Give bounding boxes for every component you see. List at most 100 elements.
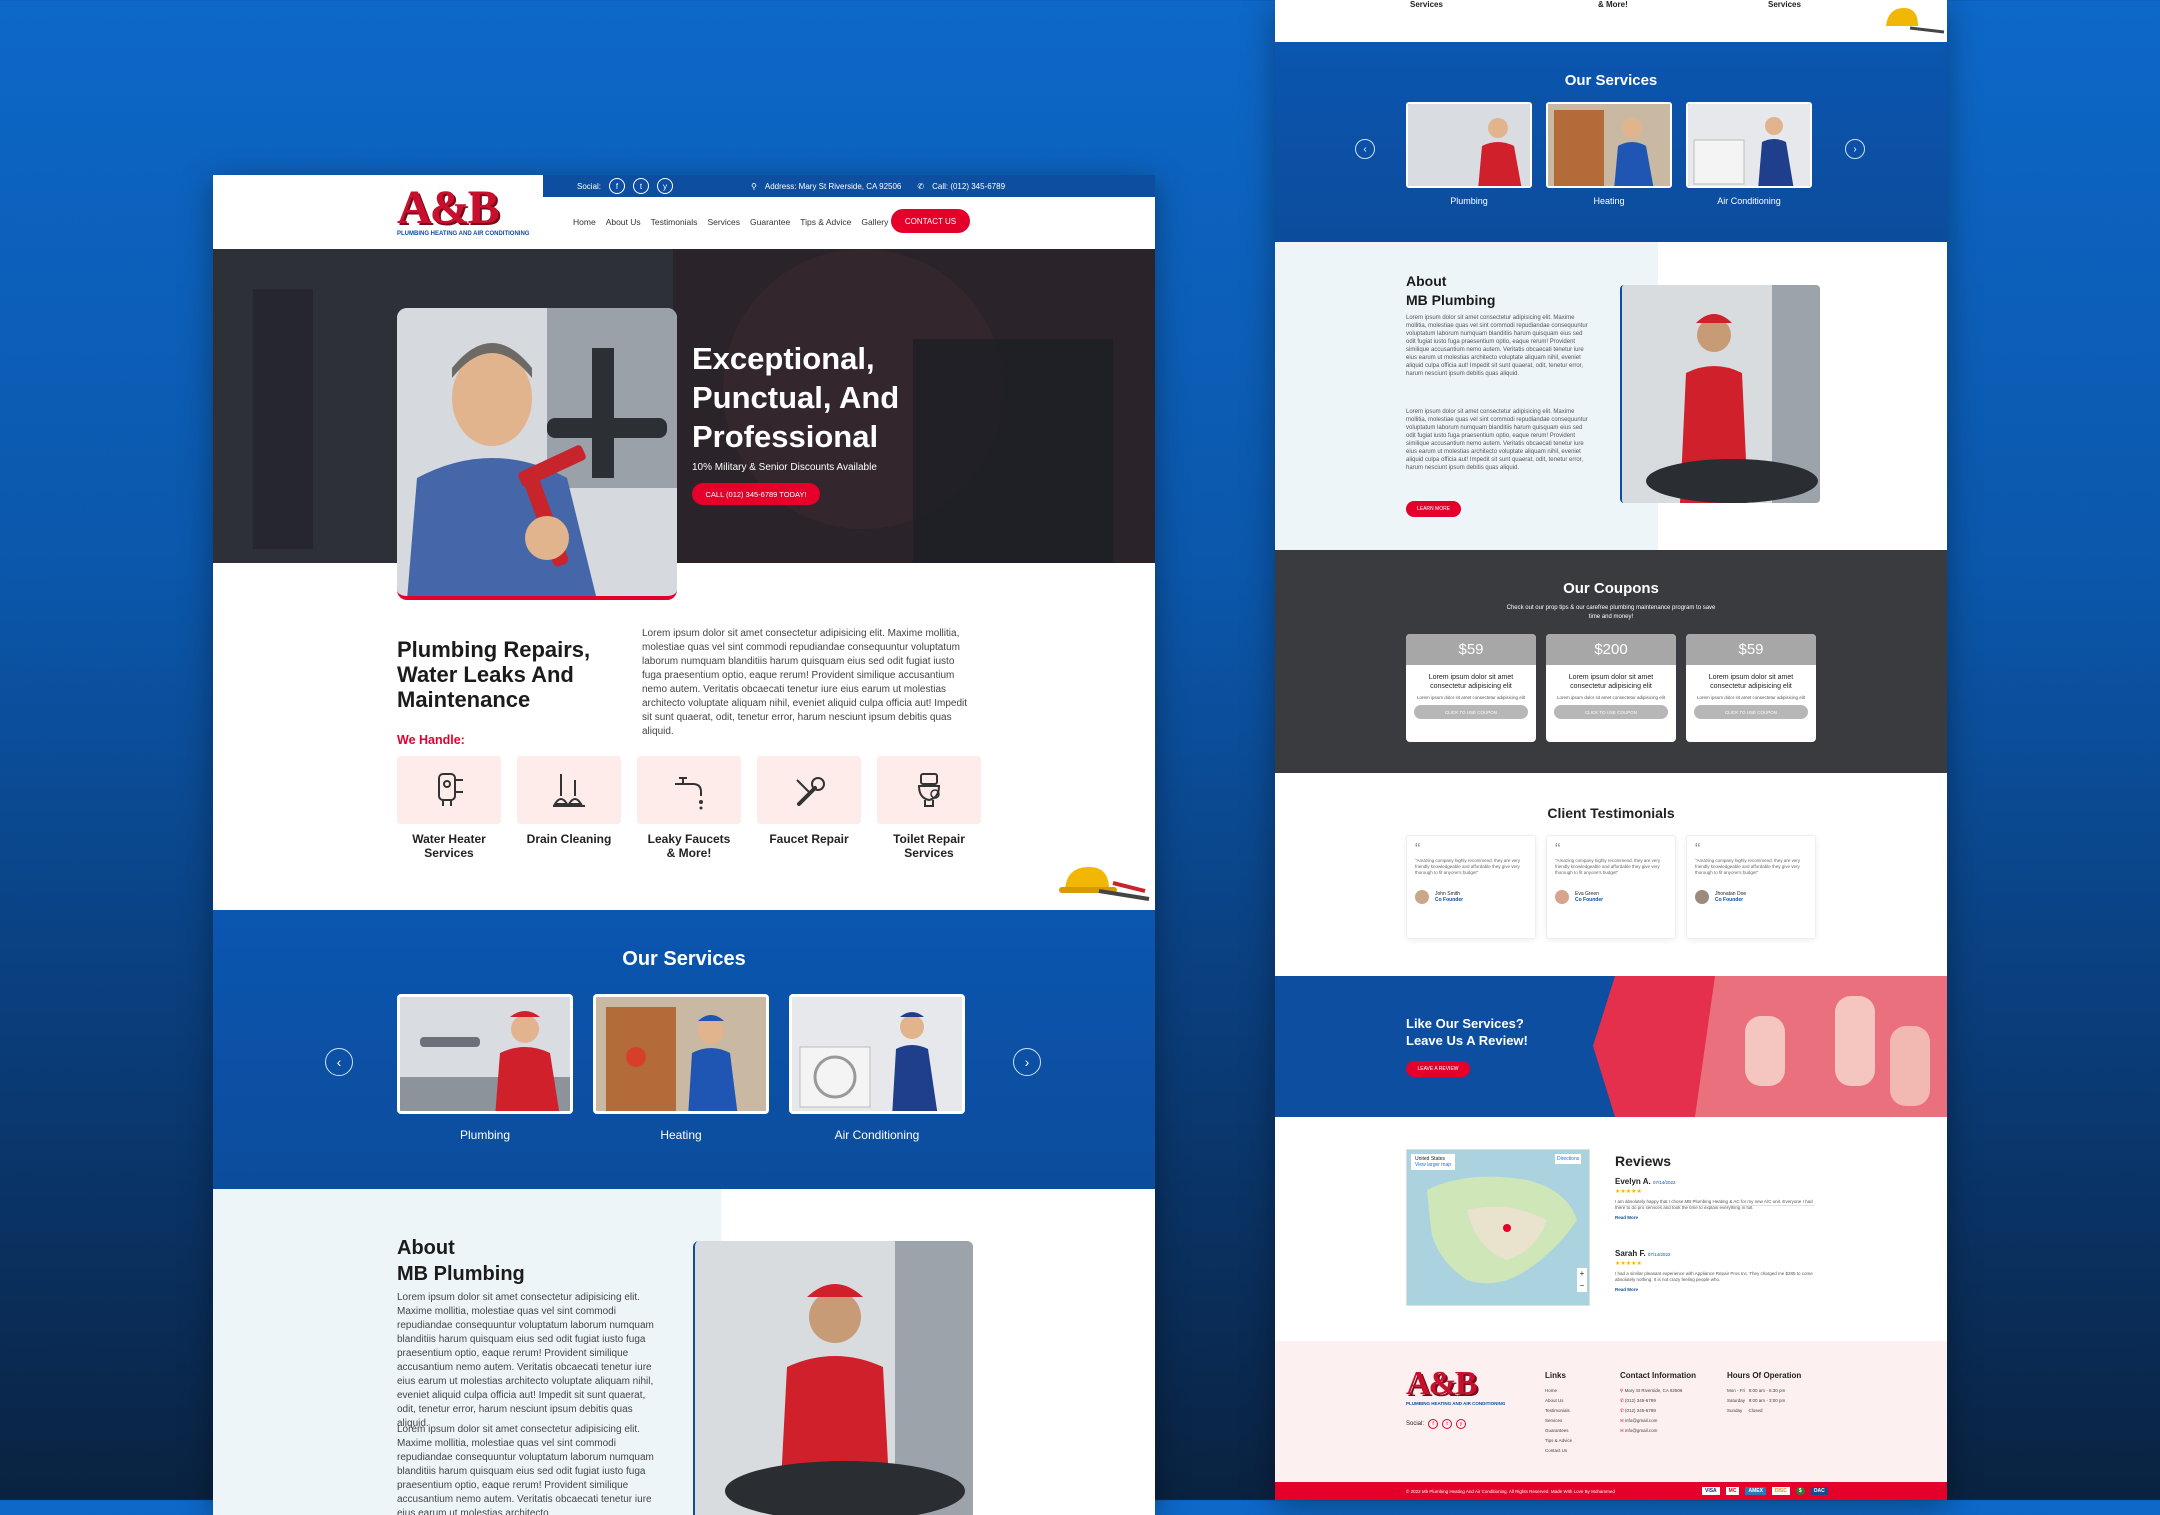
map-zoom-control[interactable]: + − <box>1577 1268 1587 1292</box>
footer-link-testimonials[interactable]: Testimonials <box>1545 1406 1572 1416</box>
about-paragraph-2: Lorem ipsum dolor sit amet consectetur a… <box>397 1424 654 1515</box>
coupons-title: Our Coupons <box>1563 580 1659 597</box>
right-service-heating[interactable]: Heating <box>1546 102 1672 206</box>
hours-day: Saturday <box>1727 1398 1746 1403</box>
handle-leaky-faucets[interactable]: Leaky Faucets & More! <box>637 756 741 860</box>
hero-headline: Exceptional, Punctual, And Professional … <box>692 339 899 505</box>
google-map[interactable]: United States View larger map Directions… <box>1406 1149 1590 1306</box>
footer-link-home[interactable]: Home <box>1545 1386 1572 1396</box>
discover-icon: DISC <box>1771 1487 1790 1495</box>
right-carousel-next[interactable]: › <box>1845 139 1865 159</box>
contact-us-button[interactable]: CONTACT US <box>891 209 970 233</box>
review-read-more[interactable]: Read More <box>1615 1287 1815 1292</box>
footer-facebook-icon[interactable]: f <box>1428 1419 1439 1429</box>
reviews-title: Reviews <box>1615 1153 1672 1169</box>
right-learn-more-button[interactable]: LEARN MORE <box>1406 501 1461 517</box>
about-title-line-2: MB Plumbing <box>397 1263 525 1285</box>
handle-label-1b: Services <box>424 846 474 860</box>
twitter-icon[interactable]: t <box>633 178 650 194</box>
phone-icon: ✆ <box>917 181 925 191</box>
review-read-more[interactable]: Read More <box>1615 1215 1815 1220</box>
review-divider <box>1615 1205 1815 1206</box>
right-carousel-prev[interactable]: ‹ <box>1355 139 1375 159</box>
handle-label-1a: Water Heater <box>412 832 486 846</box>
footer-phone-2[interactable]: (012) 345-6789 <box>1625 1408 1656 1413</box>
footer-link-guarantees[interactable]: Guarantees <box>1545 1426 1572 1436</box>
coupon-use-button[interactable]: CLICK TO USE COUPON <box>1554 705 1668 719</box>
right-about-paragraph-1: Lorem ipsum dolor sit amet consectetur a… <box>1406 315 1588 377</box>
footer-link-about[interactable]: About Us <box>1545 1396 1572 1406</box>
mastercard-icon: MC <box>1725 1487 1740 1495</box>
coupon-card: $200 Lorem ipsum dolor sit amet consecte… <box>1546 634 1676 742</box>
footer-link-services[interactable]: Services <box>1545 1416 1572 1426</box>
main-navbar: A&B PLUMBING HEATING AND AIR CONDITIONIN… <box>213 184 1155 249</box>
footer-link-tips[interactable]: Tips & Advice <box>1545 1436 1572 1446</box>
handle-label-4a: Faucet Repair <box>769 832 849 846</box>
nav-testimonials[interactable]: Testimonials <box>651 217 698 227</box>
right-about-paragraph-2: Lorem ipsum dolor sit amet consectetur a… <box>1406 409 1588 471</box>
footer-email-2[interactable]: info@gmail.com <box>1625 1428 1657 1433</box>
footer-hours: Hours Of Operation Mon - Fri 8:00 am - 6… <box>1727 1371 1801 1416</box>
right-top-label-2: & More! <box>1598 0 1628 9</box>
faucet-icon <box>637 756 741 824</box>
leave-review-button[interactable]: LEAVE A REVIEW <box>1406 1061 1470 1077</box>
footer-email-1[interactable]: info@gmail.com <box>1625 1418 1657 1423</box>
right-services-title: Our Services <box>1564 72 1658 89</box>
right-service-ac[interactable]: Air Conditioning <box>1686 102 1812 206</box>
footer-phone-icon: ✆ <box>1620 1408 1624 1413</box>
handle-faucet-repair[interactable]: Faucet Repair <box>757 756 861 860</box>
facebook-icon[interactable]: f <box>609 178 626 194</box>
coupons-subtitle-line-2: time and money! <box>1588 614 1634 620</box>
coupon-heading-2: consectetur adipisicing elit <box>1430 683 1512 690</box>
coupon-heading-1: Lorem ipsum dolor sit amet <box>1708 674 1794 681</box>
water-heater-icon <box>397 756 501 824</box>
service-card-plumbing[interactable]: Plumbing <box>397 994 573 1142</box>
nav-services[interactable]: Services <box>707 217 740 227</box>
footer-phone-1[interactable]: (012) 345-6789 <box>1625 1398 1656 1403</box>
service-card-ac[interactable]: Air Conditioning <box>789 994 965 1142</box>
nav-guarantee[interactable]: Guarantee <box>750 217 790 227</box>
address-text: Address: Mary St Riverside, CA 92506 <box>764 181 902 191</box>
coupon-price: $59 <box>1406 634 1536 665</box>
handle-toilet-repair[interactable]: Toilet Repair Services <box>877 756 981 860</box>
site-logo[interactable]: A&B PLUMBING HEATING AND AIR CONDITIONIN… <box>397 184 529 238</box>
coupon-heading-1: Lorem ipsum dolor sit amet <box>1568 674 1654 681</box>
coupon-use-button[interactable]: CLICK TO USE COUPON <box>1694 705 1808 719</box>
coupon-list: $59 Lorem ipsum dolor sit amet consectet… <box>1406 634 1816 742</box>
review-item: Sarah F. 07/14/2022 ★★★★★ I had a simila… <box>1615 1249 1815 1292</box>
services-title: Our Services <box>622 948 746 970</box>
reviewer-name: Sarah F. <box>1615 1249 1646 1258</box>
location-pin-icon: ⚲ <box>751 181 757 191</box>
nav-gallery[interactable]: Gallery <box>861 217 888 227</box>
footer-yelp-icon[interactable]: y <box>1456 1419 1467 1429</box>
service-card-heating[interactable]: Heating <box>593 994 769 1142</box>
footer-links: Links Home About Us Testimonials Service… <box>1545 1371 1572 1456</box>
yelp-icon[interactable]: y <box>657 178 674 194</box>
map-directions-link[interactable]: Directions <box>1555 1154 1582 1164</box>
carousel-next-arrow[interactable]: › <box>1013 1048 1041 1076</box>
nav-home[interactable]: Home <box>573 217 596 227</box>
phone-text[interactable]: Call: (012) 345-6789 <box>932 182 1005 191</box>
hero-line-2: Punctual, And <box>692 380 900 415</box>
carousel-prev-arrow[interactable]: ‹ <box>325 1048 353 1076</box>
map-place-card: United States View larger map <box>1411 1154 1456 1170</box>
thumbs-up-image <box>1593 976 1947 1117</box>
hero-call-button[interactable]: CALL (012) 345-6789 TODAY! <box>692 483 820 505</box>
handle-label-5a: Toilet Repair <box>893 832 965 846</box>
footer-twitter-icon[interactable]: t <box>1442 1419 1453 1429</box>
right-service-label-heating: Heating <box>1593 196 1625 206</box>
map-larger-link[interactable]: View larger map <box>1415 1162 1451 1168</box>
handle-drain-cleaning[interactable]: Drain Cleaning <box>517 756 621 860</box>
right-service-plumbing[interactable]: Plumbing <box>1406 102 1532 206</box>
nav-about[interactable]: About Us <box>606 217 641 227</box>
handle-water-heater[interactable]: Water Heater Services <box>397 756 501 860</box>
footer-link-contact[interactable]: Contact Us <box>1545 1446 1572 1456</box>
plunger-icon <box>517 756 621 824</box>
testimonial-quote: "Amazing company highly recommend. they … <box>1415 858 1521 875</box>
footer-links-title: Links <box>1545 1371 1566 1380</box>
hero-section: Exceptional, Punctual, And Professional … <box>213 249 1155 600</box>
service-label-ac: Air Conditioning <box>834 1128 920 1142</box>
footer-logo[interactable]: A&B PLUMBING HEATING AND AIR CONDITIONIN… <box>1406 1367 1505 1407</box>
coupon-use-button[interactable]: CLICK TO USE COUPON <box>1414 705 1528 719</box>
nav-tips[interactable]: Tips & Advice <box>800 217 851 227</box>
